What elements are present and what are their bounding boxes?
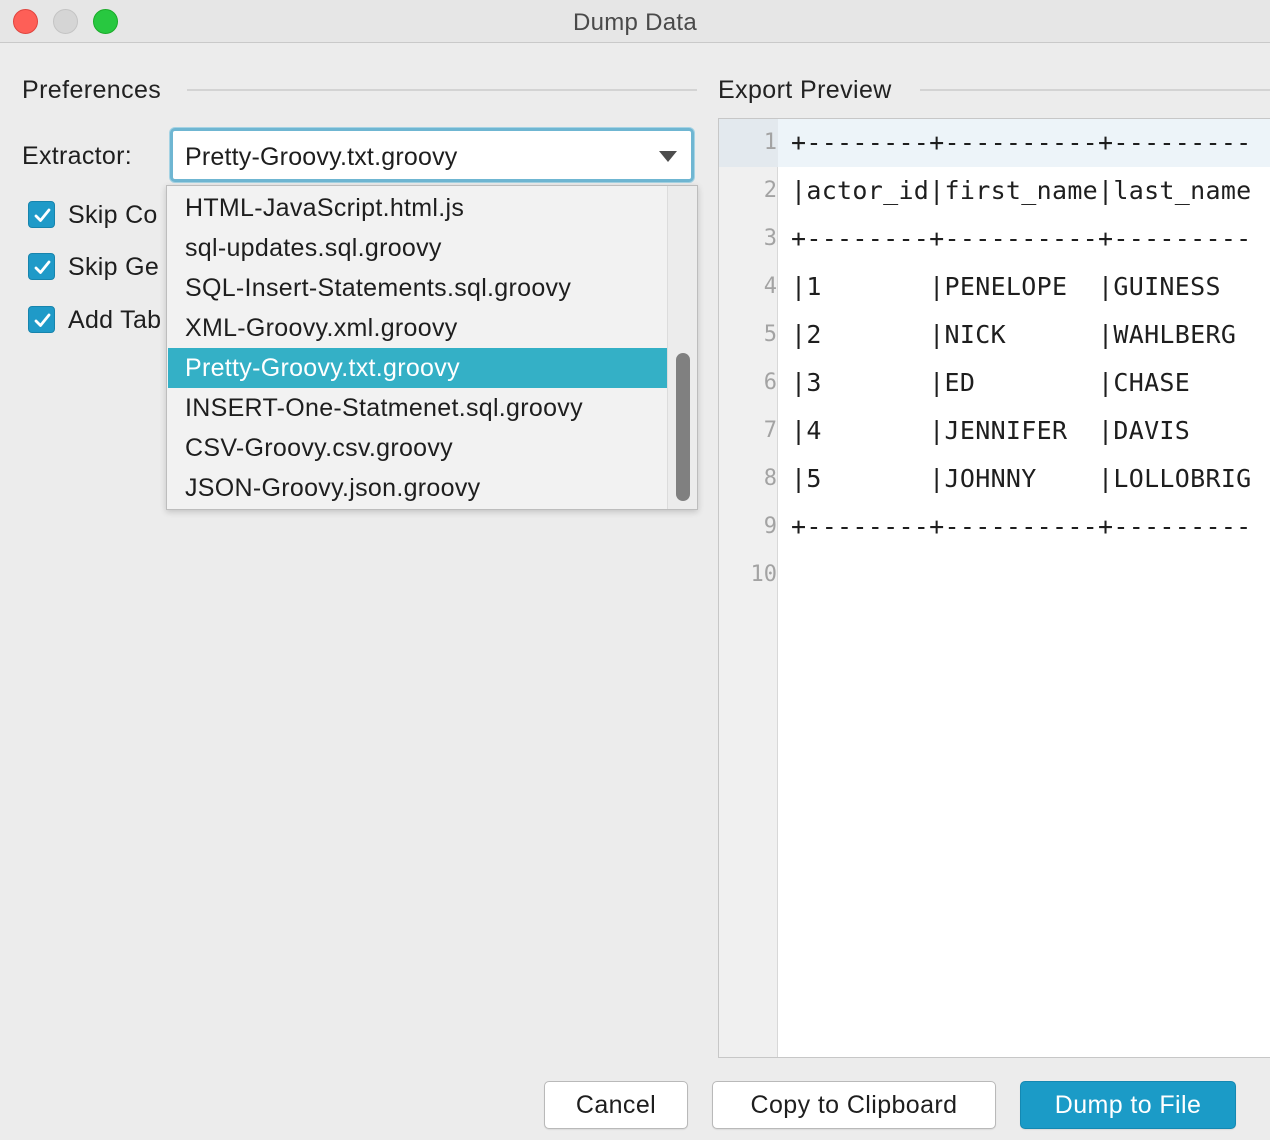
skip-generated-checkbox[interactable] <box>28 253 55 280</box>
line-number: 7 <box>763 418 777 443</box>
code-line: +--------+----------+--------- <box>791 128 1252 157</box>
copy-to-clipboard-button[interactable]: Copy to Clipboard <box>712 1081 996 1129</box>
code-line: |4 |JENNIFER |DAVIS <box>791 416 1191 445</box>
code-line: +--------+----------+--------- <box>791 224 1252 253</box>
line-number: 5 <box>763 322 777 347</box>
dropdown-option[interactable]: INSERT-One-Statmenet.sql.groovy <box>168 388 668 428</box>
line-number: 10 <box>750 562 778 587</box>
checkmark-icon <box>34 208 51 222</box>
extractor-dropdown-list[interactable]: HTML-JavaScript.html.js sql-updates.sql.… <box>166 185 698 510</box>
line-number: 1 <box>763 130 777 155</box>
dropdown-scrollbar-thumb[interactable] <box>676 353 690 501</box>
skip-computed-label: Skip Co <box>68 201 158 229</box>
dropdown-option[interactable]: SQL-Insert-Statements.sql.groovy <box>168 268 668 308</box>
export-preview-divider <box>920 89 1270 91</box>
code-line: |5 |JOHNNY |LOLLOBRIG <box>791 464 1252 493</box>
line-number: 9 <box>763 514 777 539</box>
dump-to-file-button[interactable]: Dump to File <box>1020 1081 1236 1129</box>
dropdown-option[interactable]: JSON-Groovy.json.groovy <box>168 468 668 508</box>
code-line: |3 |ED |CHASE <box>791 368 1191 397</box>
extractor-combobox[interactable]: Pretty-Groovy.txt.groovy <box>170 128 694 182</box>
code-line: +--------+----------+--------- <box>791 512 1252 541</box>
checkmark-icon <box>34 260 51 274</box>
extractor-label: Extractor: <box>22 142 132 170</box>
line-number: 2 <box>763 178 777 203</box>
code-line: |1 |PENELOPE |GUINESS <box>791 272 1221 301</box>
extractor-selected-value: Pretty-Groovy.txt.groovy <box>185 143 458 171</box>
dropdown-option[interactable]: sql-updates.sql.groovy <box>168 228 668 268</box>
dropdown-scrollbar[interactable] <box>667 186 697 509</box>
dropdown-option[interactable]: CSV-Groovy.csv.groovy <box>168 428 668 468</box>
preferences-divider <box>187 89 697 91</box>
line-number: 3 <box>763 226 777 251</box>
preferences-title: Preferences <box>22 76 162 104</box>
checkmark-icon <box>34 313 51 327</box>
line-number: 6 <box>763 370 777 395</box>
add-table-checkbox[interactable] <box>28 306 55 333</box>
line-number: 8 <box>763 466 777 491</box>
window-title: Dump Data <box>572 9 698 36</box>
line-number-gutter: 1 2 3 4 5 6 7 8 9 10 <box>719 119 778 1057</box>
dropdown-option[interactable]: XML-Groovy.xml.groovy <box>168 308 668 348</box>
title-bar: Dump Data <box>0 0 1270 43</box>
dropdown-arrow-icon <box>659 151 677 162</box>
cancel-button[interactable]: Cancel <box>544 1081 688 1129</box>
dropdown-option-selected[interactable]: Pretty-Groovy.txt.groovy <box>168 348 668 388</box>
export-preview-title: Export Preview <box>718 76 892 104</box>
line-number: 4 <box>763 274 777 299</box>
code-line: |2 |NICK |WAHLBERG <box>791 320 1237 349</box>
dropdown-option[interactable]: HTML-JavaScript.html.js <box>168 188 668 228</box>
add-table-label: Add Tab <box>68 306 162 334</box>
skip-computed-checkbox[interactable] <box>28 201 55 228</box>
skip-generated-label: Skip Ge <box>68 253 160 281</box>
export-preview-editor[interactable]: 1 2 3 4 5 6 7 8 9 10 +--------+---------… <box>718 118 1270 1058</box>
code-line: |actor_id|first_name|last_name <box>791 176 1252 205</box>
